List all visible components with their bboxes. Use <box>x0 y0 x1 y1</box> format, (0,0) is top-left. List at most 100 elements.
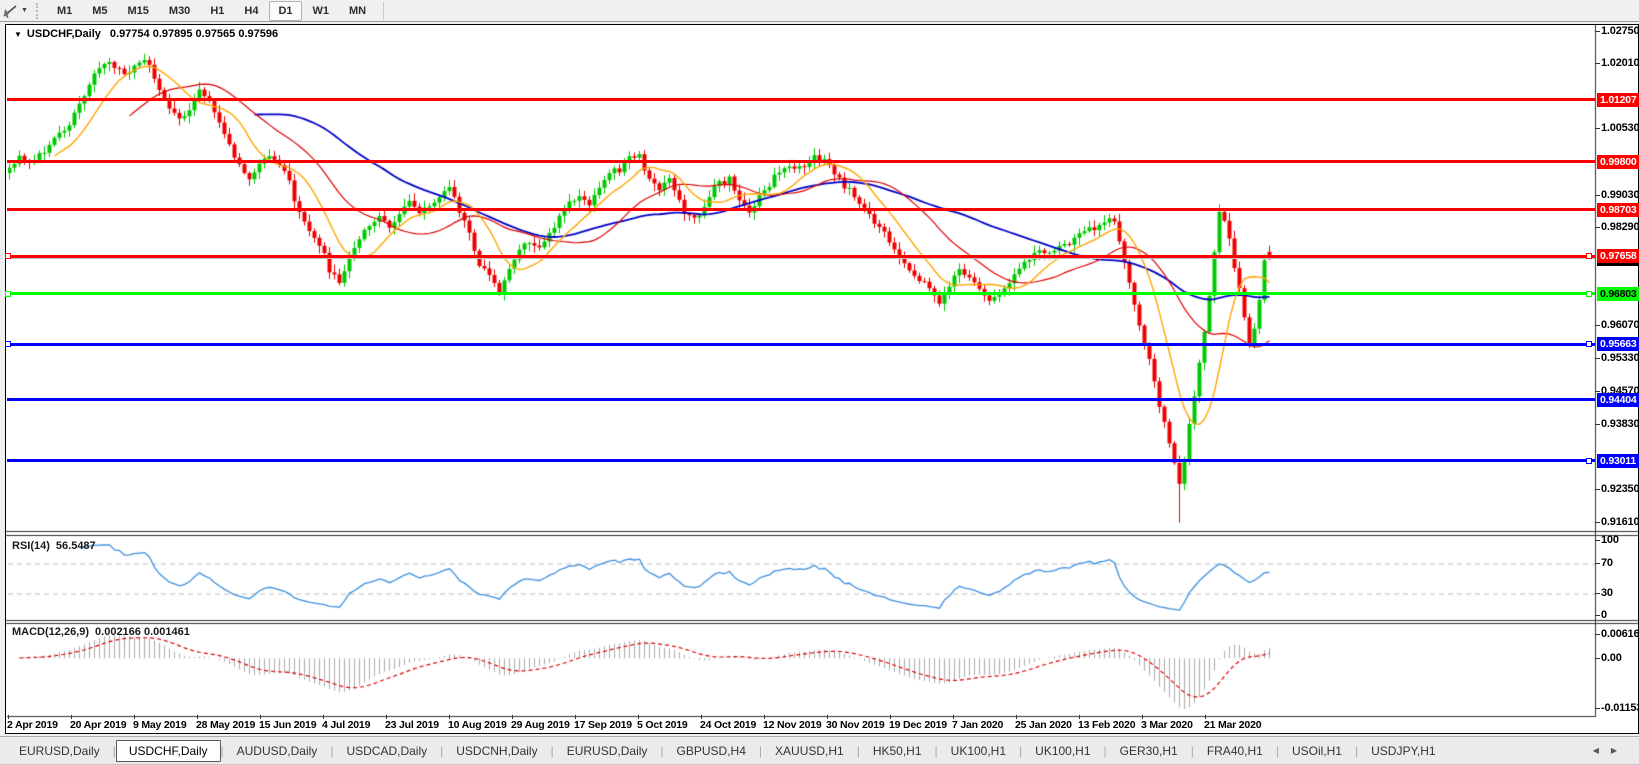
tab-scroll-left-icon[interactable]: ◀ <box>1593 746 1611 755</box>
level-price-badge: 0.95663 <box>1597 337 1639 351</box>
level-line-0.94404[interactable] <box>7 398 1595 401</box>
date-axis-tick: 21 Mar 2020 <box>1204 719 1261 731</box>
tab-scroll-right-icon[interactable]: ▶ <box>1611 746 1629 755</box>
price-axis-tick: 0.99030 <box>1601 189 1639 201</box>
date-axis-tick: 5 Oct 2019 <box>637 719 688 731</box>
timeframe-button-H1[interactable]: H1 <box>201 1 233 21</box>
level-handle-left[interactable] <box>5 253 11 259</box>
timeframe-button-M15[interactable]: M15 <box>119 1 158 21</box>
price-axis-tick: 1.02010 <box>1601 57 1639 69</box>
level-line-0.93011[interactable] <box>7 459 1595 462</box>
level-price-badge: 0.99800 <box>1597 155 1639 169</box>
macd-axis-tick: 0.006167 <box>1601 628 1639 640</box>
price-axis-tick: 1.00530 <box>1601 122 1639 134</box>
toolbar-grip[interactable] <box>36 3 40 19</box>
macd-indicator-label: MACD(12,26,9) 0.002166 0.001461 <box>12 626 190 638</box>
level-handle-right[interactable] <box>1586 291 1592 297</box>
date-axis-tick: 3 Mar 2020 <box>1141 719 1193 731</box>
level-price-badge: 0.96803 <box>1597 287 1639 301</box>
date-axis-tick: 9 May 2019 <box>133 719 186 731</box>
date-axis-tick: 19 Dec 2019 <box>889 719 947 731</box>
level-line-0.97658[interactable] <box>7 255 1595 258</box>
rsi-axis-tick: 70 <box>1601 557 1613 569</box>
price-axis-tick: 0.98290 <box>1601 221 1639 233</box>
timeframe-buttons: M1M5M15M30H1H4D1W1MN <box>47 1 376 21</box>
symbol-tabs: EURUSD,Daily|USDCHF,Daily|AUDUSD,Daily|U… <box>6 740 1449 762</box>
chevron-down-icon[interactable]: ▼ <box>21 7 28 14</box>
symbol-tab-GBPUSD-H4[interactable]: GBPUSD,H4 <box>664 740 759 762</box>
symbol-tab-UK100-H1[interactable]: UK100,H1 <box>938 740 1019 762</box>
toolbar-separator <box>383 2 384 20</box>
symbol-tab-USDCNH-Daily[interactable]: USDCNH,Daily <box>443 740 550 762</box>
date-axis-tick: 15 Jun 2019 <box>259 719 316 731</box>
symbol-tab-XAUUSD-H1[interactable]: XAUUSD,H1 <box>762 740 857 762</box>
rsi-axis-tick: 0 <box>1601 609 1607 621</box>
level-price-badge: 0.93011 <box>1597 454 1639 468</box>
rsi-value: 56.5487 <box>56 540 96 552</box>
chart-symbol-period: USDCHF,Daily <box>27 28 101 40</box>
price-axis-tick: 0.92350 <box>1601 483 1639 495</box>
date-axis-tick: 20 Apr 2019 <box>70 719 126 731</box>
macd-axis-tick: 0.00 <box>1601 652 1622 664</box>
level-price-badge: 0.97658 <box>1597 249 1639 263</box>
rsi-axis-tick: 30 <box>1601 587 1613 599</box>
level-line-0.98703[interactable] <box>7 208 1595 211</box>
symbol-tab-HK50-H1[interactable]: HK50,H1 <box>860 740 935 762</box>
level-handle-right[interactable] <box>1586 341 1592 347</box>
chart-ohlc-readout: 0.97754 0.97895 0.97565 0.97596 <box>110 28 278 40</box>
level-line-1.01207[interactable] <box>7 98 1595 101</box>
level-handle-left[interactable] <box>5 291 11 297</box>
chart-title: ▼ USDCHF,Daily 0.97754 0.97895 0.97565 0.9… <box>14 28 278 40</box>
symbol-tab-AUDUSD-Daily[interactable]: AUDUSD,Daily <box>224 740 331 762</box>
symbol-tab-EURUSD-Daily[interactable]: EURUSD,Daily <box>554 740 661 762</box>
price-axis-tick: 0.93830 <box>1601 418 1639 430</box>
symbol-tab-USDCAD-Daily[interactable]: USDCAD,Daily <box>333 740 440 762</box>
symbol-tab-USOil-H1[interactable]: USOil,H1 <box>1279 740 1355 762</box>
level-line-0.96803[interactable] <box>7 292 1595 295</box>
timeframe-button-M1[interactable]: M1 <box>48 1 81 21</box>
date-axis-tick: 30 Nov 2019 <box>826 719 885 731</box>
timeframe-button-D1[interactable]: D1 <box>269 1 301 21</box>
level-handle-left[interactable] <box>5 341 11 347</box>
date-axis-tick: 4 Jul 2019 <box>322 719 370 731</box>
symbol-tabbar: EURUSD,Daily|USDCHF,Daily|AUDUSD,Daily|U… <box>0 736 1639 765</box>
symbol-tab-UK100-H1[interactable]: UK100,H1 <box>1022 740 1103 762</box>
price-axis-tick: 0.91610 <box>1601 516 1639 528</box>
timeframe-button-M30[interactable]: M30 <box>160 1 199 21</box>
level-handle-right[interactable] <box>1586 458 1592 464</box>
collapse-caret-icon[interactable]: ▼ <box>14 30 22 39</box>
level-price-badge: 0.98703 <box>1597 203 1639 217</box>
symbol-tab-FRA40-H1[interactable]: FRA40,H1 <box>1194 740 1276 762</box>
date-axis-tick: 17 Sep 2019 <box>574 719 632 731</box>
price-axis-tick: 0.95330 <box>1601 352 1639 364</box>
level-handle-right[interactable] <box>1586 253 1592 259</box>
date-axis-tick: 12 Nov 2019 <box>763 719 822 731</box>
chart-cursor-icon[interactable] <box>2 3 20 19</box>
timeframe-button-MN[interactable]: MN <box>340 1 375 21</box>
date-axis-tick: 2 Apr 2019 <box>7 719 58 731</box>
level-price-badge: 1.01207 <box>1597 93 1639 107</box>
date-axis-tick: 23 Jul 2019 <box>385 719 439 731</box>
price-axis-tick: 1.02750 <box>1601 25 1639 37</box>
macd-axis-tick: -0.011531 <box>1601 702 1639 714</box>
date-axis-tick: 7 Jan 2020 <box>952 719 1003 731</box>
macd-name: MACD(12,26,9) <box>12 626 89 638</box>
timeframe-button-M5[interactable]: M5 <box>83 1 116 21</box>
date-axis-tick: 29 Aug 2019 <box>511 719 570 731</box>
symbol-tab-GER30-H1[interactable]: GER30,H1 <box>1107 740 1191 762</box>
macd-values: 0.002166 0.001461 <box>95 626 190 638</box>
level-line-0.95663[interactable] <box>7 343 1595 346</box>
tab-scroll-arrows: ◀▶ <box>1593 746 1629 755</box>
timeframe-button-W1[interactable]: W1 <box>304 1 339 21</box>
symbol-tab-USDJPY-H1[interactable]: USDJPY,H1 <box>1358 740 1448 762</box>
symbol-tab-USDCHF-Daily[interactable]: USDCHF,Daily <box>116 740 221 762</box>
timeframe-button-H4[interactable]: H4 <box>235 1 267 21</box>
date-axis-tick: 24 Oct 2019 <box>700 719 756 731</box>
level-price-badge: 0.94404 <box>1597 393 1639 407</box>
level-line-0.99800[interactable] <box>7 160 1595 163</box>
symbol-tab-EURUSD-Daily[interactable]: EURUSD,Daily <box>6 740 113 762</box>
date-axis-tick: 28 May 2019 <box>196 719 255 731</box>
chart-canvas[interactable] <box>0 0 1639 736</box>
price-axis-tick: 0.96070 <box>1601 319 1639 331</box>
date-axis-tick: 13 Feb 2020 <box>1078 719 1135 731</box>
